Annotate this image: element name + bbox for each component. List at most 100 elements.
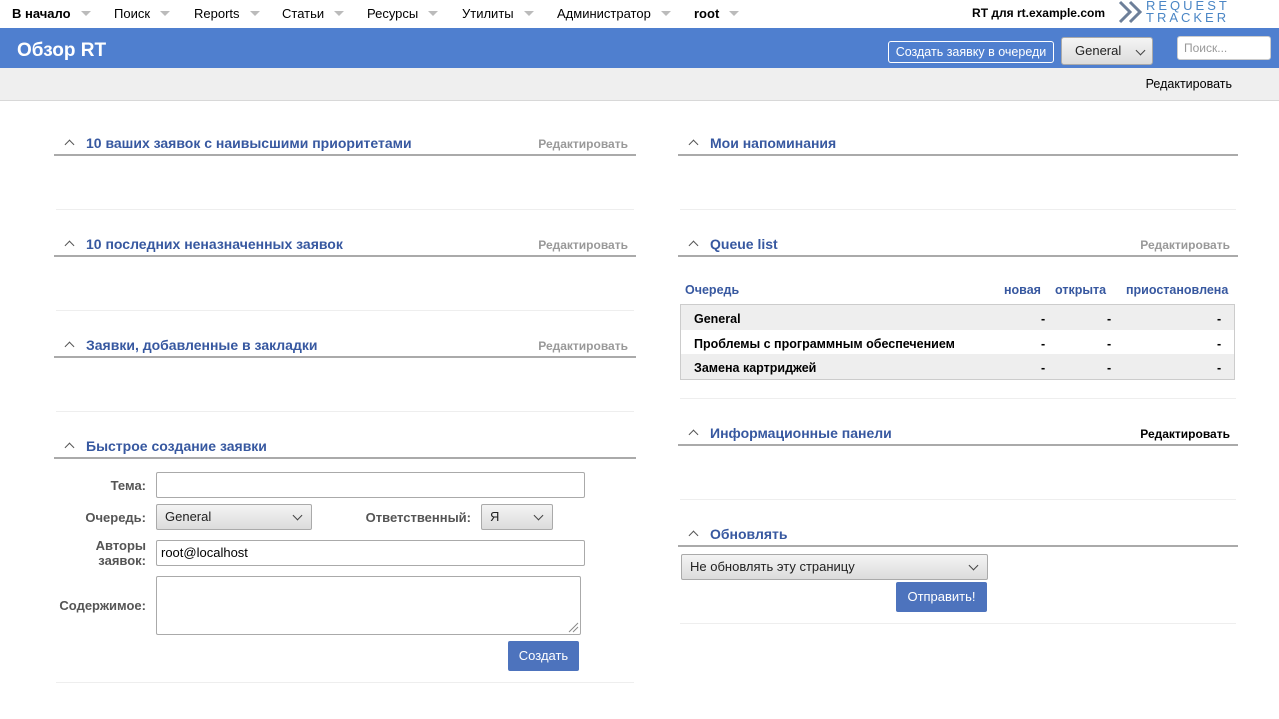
queue-dropdown[interactable]: General <box>156 504 312 530</box>
count-new[interactable]: - <box>1041 361 1045 375</box>
page-menu-bar: Редактировать <box>0 68 1279 101</box>
rt-logo[interactable]: REQUEST TRACKER <box>1118 0 1278 26</box>
requestors-field[interactable]: root@localhost <box>156 540 585 566</box>
count-open[interactable]: - <box>1107 361 1111 375</box>
nav-admin[interactable]: Администратор <box>557 6 671 21</box>
panel-title[interactable]: Информационные панели <box>710 425 892 441</box>
create-button[interactable]: Создать <box>508 641 579 671</box>
double-chevron-icon <box>1118 0 1143 24</box>
queue-name-link[interactable]: General <box>694 312 741 326</box>
nav-search-label: Поиск <box>114 6 151 21</box>
chevron-down-icon <box>292 510 303 521</box>
nav-tools[interactable]: Утилиты <box>462 6 534 21</box>
queue-name-link[interactable]: Замена картриджей <box>694 361 816 375</box>
nav-assets-label: Ресурсы <box>367 6 419 21</box>
collapse-icon[interactable] <box>64 341 75 352</box>
nav-articles[interactable]: Статьи <box>282 6 345 21</box>
queue-table: Очередь новая открыта приостановлена Gen… <box>680 280 1235 380</box>
col-stalled[interactable]: приостановлена <box>1126 283 1228 297</box>
nav-assets[interactable]: Ресурсы <box>367 6 439 21</box>
refresh-submit-button[interactable]: Отправить! <box>896 582 987 612</box>
requestors-label-line-1: Авторы <box>95 538 146 553</box>
chevron-down-icon <box>968 560 979 571</box>
panel-edit-link[interactable]: Редактировать <box>538 238 628 252</box>
logo-line-2: TRACKER <box>1146 10 1230 25</box>
panel-dashboards: Информационные панели Редактировать <box>678 425 1238 500</box>
count-new[interactable]: - <box>1041 312 1045 326</box>
panel-edit-link[interactable]: Редактировать <box>1140 427 1230 441</box>
count-stalled[interactable]: - <box>1217 337 1221 351</box>
nav-home-label: В начало <box>12 6 71 21</box>
panel-edit-link[interactable]: Редактировать <box>538 339 628 353</box>
collapse-icon[interactable] <box>688 530 699 541</box>
logo-text: REQUEST TRACKER <box>1146 0 1230 24</box>
table-row: Проблемы с программным обеспечением - - … <box>681 330 1234 355</box>
panel-divider <box>56 310 634 311</box>
panel-bookmarked: Заявки, добавленные в закладки Редактиро… <box>54 337 636 412</box>
collapse-icon[interactable] <box>64 240 75 251</box>
queue-name-link[interactable]: Проблемы с программным обеспечением <box>694 337 955 351</box>
page-header: Обзор RT Создать заявку в очереди Genera… <box>0 28 1279 68</box>
panel-title[interactable]: 10 ваших заявок с наивысшими приоритетам… <box>86 135 412 151</box>
panel-header: Обновлять <box>678 526 1238 547</box>
panel-header: Быстрое создание заявки <box>54 438 636 459</box>
panel-edit-link[interactable]: Редактировать <box>1140 238 1230 252</box>
nav-search[interactable]: Поиск <box>114 6 171 21</box>
queue-select[interactable]: General <box>1061 37 1153 65</box>
resize-handle-icon[interactable] <box>567 621 579 633</box>
panel-divider <box>56 411 634 412</box>
collapse-icon[interactable] <box>64 442 75 453</box>
edit-page-link[interactable]: Редактировать <box>1146 77 1232 91</box>
col-queue[interactable]: Очередь <box>685 283 739 297</box>
refresh-interval-select[interactable]: Не обновлять эту страницу <box>681 554 988 580</box>
chevron-down-icon <box>1135 45 1146 56</box>
queue-label: Очередь: <box>85 510 146 525</box>
chevron-down-icon <box>428 11 439 16</box>
nav-reports-label: Reports <box>194 6 240 21</box>
refresh-interval-value: Не обновлять эту страницу <box>690 559 855 574</box>
chevron-down-icon <box>729 11 740 16</box>
requestors-label-line-2: заявок: <box>98 553 146 568</box>
subject-field[interactable] <box>156 472 585 498</box>
chevron-down-icon <box>660 11 671 16</box>
nav-tools-label: Утилиты <box>462 6 514 21</box>
col-open[interactable]: открыта <box>1055 283 1106 297</box>
count-open[interactable]: - <box>1107 312 1111 326</box>
owner-label: Ответственный: <box>365 510 471 525</box>
content-label: Содержимое: <box>59 598 146 613</box>
panel-title[interactable]: Заявки, добавленные в закладки <box>86 337 317 353</box>
panel-title[interactable]: Queue list <box>710 236 778 252</box>
panel-title[interactable]: 10 последних неназначенных заявок <box>86 236 343 252</box>
panel-title[interactable]: Быстрое создание заявки <box>86 438 267 454</box>
collapse-icon[interactable] <box>688 139 699 150</box>
subject-label: Тема: <box>110 478 146 493</box>
queue-table-body: General - - - Проблемы с программным обе… <box>680 304 1235 380</box>
panel-title[interactable]: Обновлять <box>710 526 788 542</box>
count-stalled[interactable]: - <box>1217 361 1221 375</box>
panel-title[interactable]: Мои напоминания <box>710 135 836 151</box>
nav-reports[interactable]: Reports <box>194 6 260 21</box>
search-input[interactable]: Поиск... <box>1177 36 1271 60</box>
count-stalled[interactable]: - <box>1217 312 1221 326</box>
content-textarea[interactable] <box>156 576 581 635</box>
nav-articles-label: Статьи <box>282 6 325 21</box>
nav-home[interactable]: В начало <box>12 6 91 21</box>
count-open[interactable]: - <box>1107 337 1111 351</box>
panel-top-priority: 10 ваших заявок с наивысшими приоритетам… <box>54 135 636 210</box>
col-new[interactable]: новая <box>1004 283 1041 297</box>
search-placeholder: Поиск... <box>1184 41 1228 55</box>
panel-edit-link[interactable]: Редактировать <box>538 137 628 151</box>
create-ticket-button[interactable]: Создать заявку в очереди <box>888 41 1054 63</box>
owner-dropdown[interactable]: Я <box>481 504 553 530</box>
queue-dropdown-value: General <box>165 509 212 524</box>
requestors-label: Авторы заявок: <box>60 538 146 568</box>
table-row: General - - - <box>681 305 1234 330</box>
count-new[interactable]: - <box>1041 337 1045 351</box>
chevron-down-icon <box>533 510 544 521</box>
page-title: Обзор RT <box>17 40 107 61</box>
collapse-icon[interactable] <box>688 240 699 251</box>
collapse-icon[interactable] <box>688 429 699 440</box>
panel-header: Информационные панели Редактировать <box>678 425 1238 446</box>
collapse-icon[interactable] <box>64 139 75 150</box>
nav-user[interactable]: root <box>694 6 740 21</box>
